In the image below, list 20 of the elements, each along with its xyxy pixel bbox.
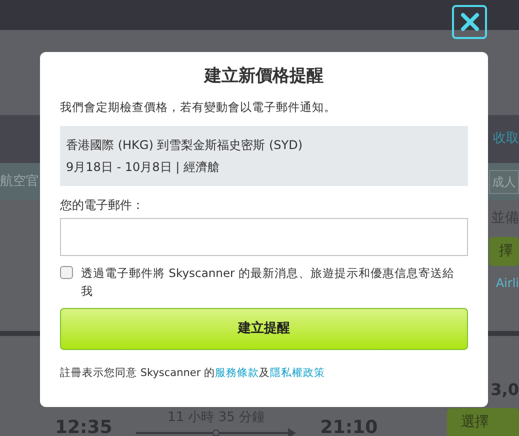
airline-link[interactable]: Airli [496, 274, 519, 292]
link[interactable]: 服務條款 [215, 367, 260, 379]
link[interactable]: 收取 [493, 129, 519, 149]
dialog-title: 建立新價格提醒 [202, 65, 324, 88]
route-text: 香港國際 (HKG) 到雪梨金斯福史密斯 (SYD) [66, 137, 304, 154]
close-button[interactable] [452, 5, 487, 39]
newsletter-label: 透過電子郵件將 Skyscanner 的最新消息、旅遊提示和優惠信息寄送給我 [81, 265, 456, 300]
email-label: 您的電子郵件： [60, 197, 145, 214]
intro-text: 我們會定期檢查價格，若有變動會以電子郵件通知。 [60, 99, 337, 116]
select-button[interactable]: 選擇 [447, 408, 519, 436]
newsletter-checkbox[interactable] [60, 266, 73, 279]
create-alert-button[interactable]: 建立提醒 [60, 308, 468, 350]
link[interactable]: 隱私權政策 [270, 367, 326, 379]
terms-text: 註冊表示您同意 Skyscanner 的服務條款及隱私權政策 [60, 366, 326, 381]
dates-text: 9月18日 - 10月8日 | 經濟艙 [66, 159, 220, 176]
label: 航空官 [0, 172, 39, 191]
select-button[interactable]: 擇 [489, 237, 519, 266]
close-icon [460, 12, 480, 32]
email-field[interactable] [60, 218, 468, 256]
passenger-field[interactable]: 成人 [489, 170, 519, 194]
